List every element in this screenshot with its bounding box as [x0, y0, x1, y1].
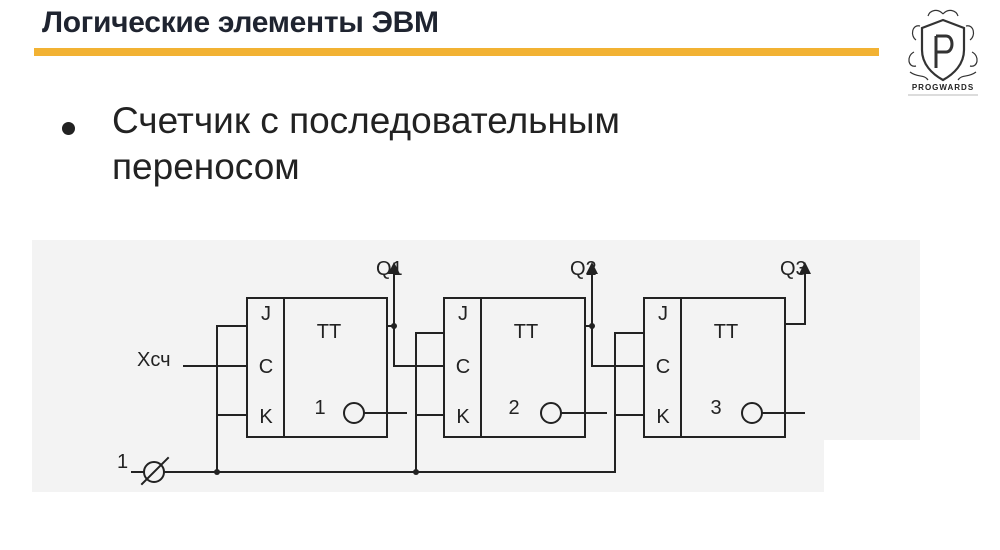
ripple-counter-diagram: J C K TT 1 Q1 J C K TT 2 Q2 J C K TT 3 Q… [32, 240, 920, 492]
logo-wordmark: PROGWARDS [912, 83, 974, 92]
bullet-text: Счетчик с последовательным переносом [112, 98, 812, 190]
ff2-index-label: 2 [508, 397, 519, 419]
ff3-k-label: K [656, 406, 670, 428]
ff2-output-label: Q2 [570, 258, 597, 280]
ff3-c-label: C [656, 356, 670, 378]
ff1-index-label: 1 [314, 397, 325, 419]
ff1-j-label: J [261, 303, 271, 325]
counter-input-label: Xсч [137, 349, 171, 371]
bullet-line-2: переносом [112, 146, 300, 187]
title-underline [34, 48, 879, 56]
ff2-c-label: C [456, 356, 470, 378]
progwards-logo: PROGWARDS [908, 9, 978, 96]
ff3-j-label: J [658, 303, 668, 325]
ff2-j-label: J [458, 303, 468, 325]
ff1-k-label: K [259, 406, 273, 428]
ff1-type-label: TT [317, 321, 341, 343]
ff2-k-label: K [456, 406, 470, 428]
ff3-output-label: Q3 [780, 258, 807, 280]
ff2-type-label: TT [514, 321, 538, 343]
bullet-dot [62, 122, 75, 135]
slide-title: Логические элементы ЭВМ [42, 6, 439, 39]
bullet-line-1: Счетчик с последовательным [112, 100, 620, 141]
constant-one-label: 1 [117, 451, 128, 473]
ff3-type-label: TT [714, 321, 738, 343]
ff1-c-label: C [259, 356, 273, 378]
ff3-index-label: 3 [710, 397, 721, 419]
ff1-output-label: Q1 [376, 258, 403, 280]
